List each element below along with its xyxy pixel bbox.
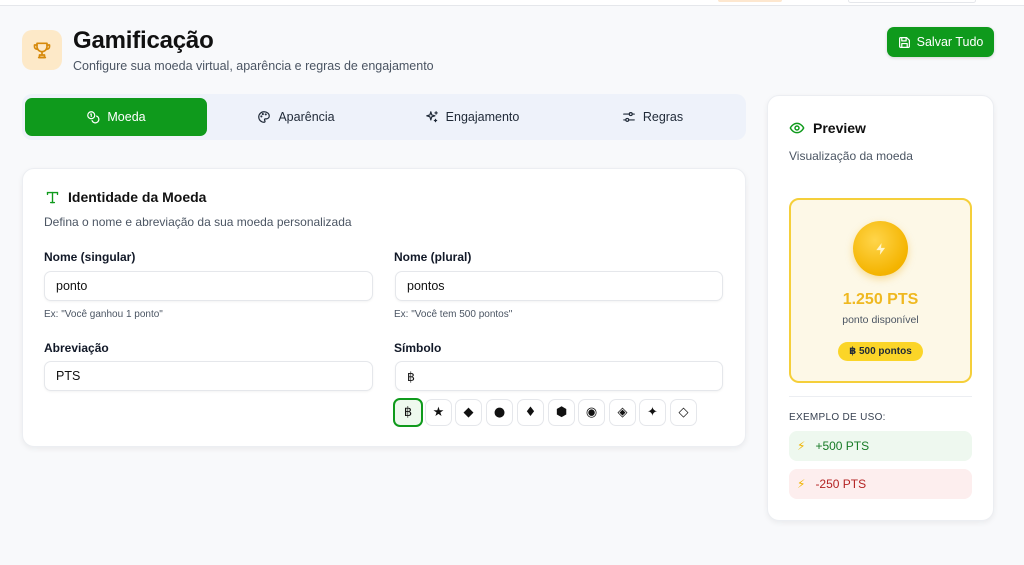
symbol-option-diamond[interactable]: ◆ [455, 399, 482, 426]
tab-label: Engajamento [445, 110, 520, 124]
top-bar-item [718, 0, 782, 2]
tab-bar: Moeda Aparência Engajamento Regras [22, 94, 746, 140]
preview-divider [789, 396, 972, 397]
abbreviation-label: Abreviação [44, 341, 109, 355]
lightning-icon: ⚡ [797, 439, 806, 453]
lightning-icon: ⚡ [797, 477, 806, 491]
symbol-option-circle[interactable]: ● [486, 399, 513, 426]
coin-icon [853, 221, 908, 276]
symbol-option-diamond-dot[interactable]: ◈ [609, 399, 636, 426]
tab-label: Moeda [107, 110, 146, 124]
trophy-icon [22, 30, 62, 70]
save-all-button[interactable]: Salvar Tudo [887, 27, 994, 57]
symbol-option-hexagon[interactable]: ⬢ [548, 399, 575, 426]
preview-title: Preview [789, 120, 866, 136]
type-icon [46, 191, 59, 203]
tab-label: Regras [642, 110, 684, 124]
top-bar-edge [0, 0, 1024, 6]
coins-icon [87, 111, 100, 124]
currency-identity-card [22, 168, 746, 447]
symbol-option-star[interactable]: ★ [425, 399, 452, 426]
balance-pill: ฿ 500 pontos [838, 342, 923, 361]
lightning-icon [875, 242, 885, 255]
symbol-option-fisheye[interactable]: ◉ [578, 399, 605, 426]
identity-title-text: Identidade da Moeda [68, 189, 207, 205]
symbol-label: Símbolo [394, 341, 442, 355]
symbol-option-outline-diamond[interactable]: ◇ [670, 399, 697, 426]
usage-example-label: EXEMPLO DE USO: [789, 412, 886, 423]
eye-icon [789, 122, 805, 134]
symbol-input[interactable] [395, 361, 723, 391]
example-negative-text: -250 PTS [815, 477, 867, 491]
top-bar-item [848, 0, 976, 3]
symbol-option-small-diamond[interactable]: ♦ [517, 399, 544, 426]
preview-title-text: Preview [813, 120, 866, 136]
sliders-icon [623, 112, 635, 122]
identity-card-subtitle: Defina o nome e abreviação da sua moeda … [44, 215, 352, 229]
symbol-option-baht[interactable]: ฿ [393, 398, 423, 427]
tab-moeda[interactable]: Moeda [25, 98, 207, 136]
page-title: Gamificação [73, 27, 214, 54]
tab-regras[interactable]: Regras [565, 98, 740, 136]
example-negative: ⚡ -250 PTS [789, 469, 972, 499]
plural-label: Nome (plural) [394, 250, 472, 264]
save-all-label: Salvar Tudo [916, 35, 984, 49]
preview-subtitle: Visualização da moeda [789, 149, 913, 163]
plural-hint: Ex: "Você tem 500 pontos" [394, 309, 513, 320]
tab-aparencia[interactable]: Aparência [213, 98, 379, 136]
example-positive: ⚡ +500 PTS [789, 431, 972, 461]
plural-name-input[interactable] [395, 271, 723, 301]
tab-engajamento[interactable]: Engajamento [379, 98, 565, 136]
singular-hint: Ex: "Você ganhou 1 ponto" [44, 309, 163, 320]
singular-name-input[interactable] [44, 271, 373, 301]
tab-label: Aparência [278, 110, 335, 124]
sparkles-icon [425, 111, 438, 123]
coin-available-label: ponto disponível [842, 314, 919, 326]
symbol-option-sparkle[interactable]: ✦ [639, 399, 666, 426]
singular-label: Nome (singular) [44, 250, 136, 264]
abbreviation-input[interactable] [44, 361, 373, 391]
save-icon [898, 36, 910, 48]
coin-amount: 1.250 PTS [842, 291, 919, 308]
page-subtitle: Configure sua moeda virtual, aparência e… [73, 59, 434, 73]
identity-card-title: Identidade da Moeda [45, 189, 206, 205]
palette-icon [258, 111, 271, 123]
example-positive-text: +500 PTS [815, 439, 870, 453]
